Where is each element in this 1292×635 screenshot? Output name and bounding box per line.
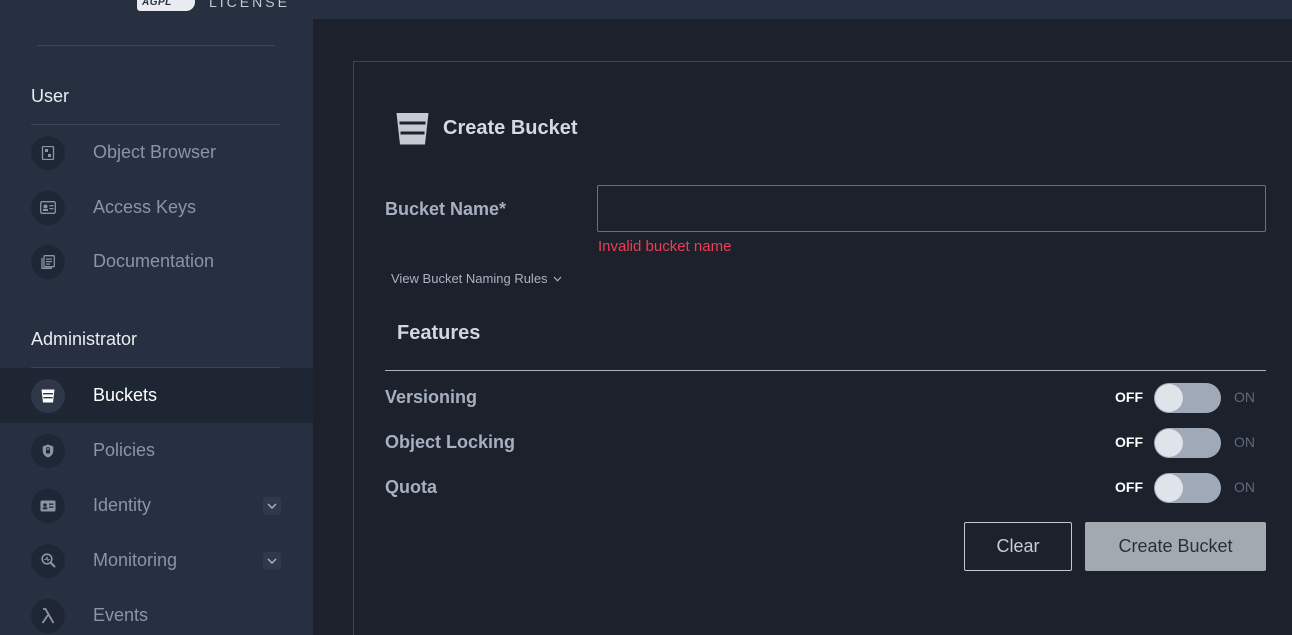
sidebar-item-monitoring[interactable]: Monitoring <box>0 533 313 588</box>
toggle-off-label: OFF <box>1115 389 1143 405</box>
object-locking-toggle[interactable] <box>1154 428 1221 458</box>
naming-rules-link-label: View Bucket Naming Rules <box>391 271 548 286</box>
sidebar-item-identity[interactable]: Identity <box>0 478 313 533</box>
toggle-on-label: ON <box>1234 434 1255 450</box>
toggle-off-label: OFF <box>1115 479 1143 495</box>
sidebar-item-label: Buckets <box>93 385 158 405</box>
feature-row-versioning: Versioning OFF ON <box>385 383 1266 415</box>
toggle-on-label: ON <box>1234 389 1255 405</box>
features-divider <box>385 370 1266 371</box>
sidebar-divider <box>37 45 275 46</box>
feature-label: Object Locking <box>385 432 516 452</box>
section-title-administrator: Administrator <box>31 329 138 349</box>
bucket-icon <box>396 112 429 150</box>
bucket-icon <box>31 378 65 413</box>
documentation-icon <box>31 244 65 279</box>
sidebar-item-label: Identity <box>93 495 152 515</box>
sidebar-item-events[interactable]: Events <box>0 588 313 635</box>
chevron-down-icon <box>553 276 562 282</box>
chevron-down-icon[interactable] <box>263 551 281 570</box>
sidebar-item-label: Policies <box>93 440 156 460</box>
policies-icon <box>31 433 65 468</box>
sidebar-item-label: Documentation <box>93 251 215 271</box>
access-keys-icon <box>31 190 65 225</box>
toggle-knob <box>1155 474 1183 502</box>
sidebar-item-policies[interactable]: Policies <box>0 423 313 478</box>
create-bucket-button[interactable]: Create Bucket <box>1085 522 1266 571</box>
feature-label: Versioning <box>385 387 478 407</box>
feature-row-object-locking: Object Locking OFF ON <box>385 428 1266 460</box>
quota-toggle[interactable] <box>1154 473 1221 503</box>
chevron-down-icon[interactable] <box>263 496 281 515</box>
toggle-knob <box>1155 429 1183 457</box>
versioning-toggle[interactable] <box>1154 383 1221 413</box>
section-title-user: User <box>31 86 70 106</box>
page-title: Create Bucket <box>443 117 578 139</box>
sidebar-item-buckets[interactable]: Buckets <box>0 368 313 423</box>
monitoring-icon <box>31 543 65 578</box>
sidebar-item-object-browser[interactable]: Object Browser <box>0 125 313 180</box>
sidebar-item-label: Object Browser <box>93 142 217 162</box>
sidebar-item-documentation[interactable]: Documentation <box>0 234 313 289</box>
toggle-knob <box>1155 384 1183 412</box>
agpl-logo: AGPL <box>137 0 195 11</box>
bucket-name-error: Invalid bucket name <box>598 238 732 255</box>
view-naming-rules-link[interactable]: View Bucket Naming Rules <box>391 271 562 286</box>
toggle-on-label: ON <box>1234 479 1255 495</box>
features-title: Features <box>397 322 481 344</box>
object-browser-icon <box>31 135 65 170</box>
feature-label: Quota <box>385 477 437 497</box>
toggle-off-label: OFF <box>1115 434 1143 450</box>
bucket-name-input[interactable] <box>597 185 1266 232</box>
sidebar-item-label: Monitoring <box>93 550 178 570</box>
sidebar-item-label: Access Keys <box>93 197 197 217</box>
top-bar <box>313 0 1292 19</box>
feature-row-quota: Quota OFF ON <box>385 473 1266 505</box>
sidebar-item-access-keys[interactable]: Access Keys <box>0 180 313 235</box>
bucket-name-label: Bucket Name* <box>385 199 507 219</box>
sidebar: AGPL LICENSE User Object Browser Access … <box>0 0 313 635</box>
lambda-icon <box>31 598 65 633</box>
sidebar-item-label: Events <box>93 605 149 625</box>
identity-icon <box>31 488 65 523</box>
brand-logo: AGPL LICENSE <box>137 0 290 12</box>
clear-button[interactable]: Clear <box>964 522 1072 571</box>
license-text: LICENSE <box>209 0 290 10</box>
